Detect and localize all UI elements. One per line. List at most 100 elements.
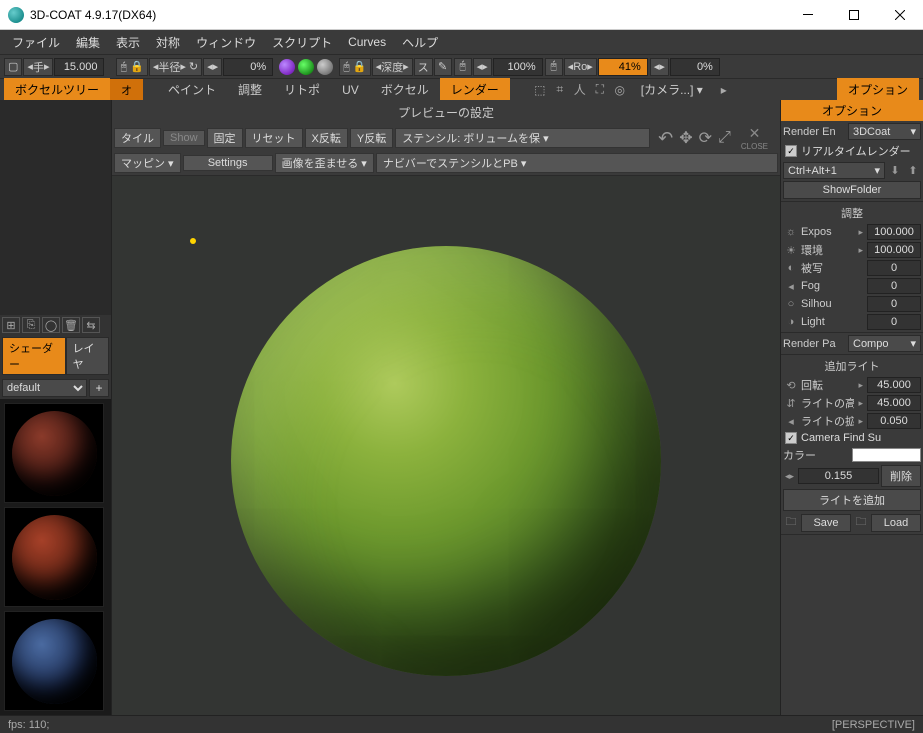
rect-tool-icon[interactable]: ▢ (4, 58, 22, 76)
st-reset[interactable]: リセット (245, 128, 303, 148)
copy-icon[interactable]: ⎘ (22, 317, 40, 333)
save-button[interactable]: Save (801, 514, 851, 532)
tab-voxtree-sub[interactable]: オ (110, 79, 143, 101)
render-pass-dropdown[interactable]: Compo▾ (848, 335, 921, 352)
viewport[interactable] (112, 176, 780, 715)
grid-icon[interactable]: ⌗ (550, 81, 570, 99)
hand-value[interactable]: 15.000 (54, 58, 104, 76)
tab-options[interactable]: オプション (837, 78, 919, 101)
camera-find-checkbox[interactable]: ✓ Camera Find Su (783, 430, 921, 446)
color-gray[interactable] (317, 59, 333, 75)
st-stencil[interactable]: ステンシル: ボリュームを保 ▾ (395, 128, 650, 148)
st-navibar[interactable]: ナビバーでステンシルとPB ▾ (376, 153, 778, 173)
undo-icon[interactable]: ↶ (658, 128, 673, 149)
radius-arrows[interactable]: ◂▸ (203, 58, 222, 76)
mouse-icon[interactable]: 🖰 (454, 58, 472, 76)
rot-value[interactable]: 45.000 (867, 377, 921, 393)
showfolder-button[interactable]: ShowFolder (783, 181, 921, 199)
scale-icon[interactable]: ⤢ (718, 129, 731, 147)
dof-value[interactable]: 0 (867, 260, 921, 276)
tab-voxtree[interactable]: ボクセルツリー (4, 78, 110, 101)
color-swatch[interactable] (852, 448, 921, 462)
shader-select[interactable]: default (2, 379, 87, 397)
st-yflip[interactable]: Y反転 (350, 128, 393, 148)
cube-icon[interactable]: ⬚ (530, 81, 550, 99)
slider-arrows[interactable]: ◂▸ (783, 471, 796, 482)
st-show[interactable]: Show (163, 130, 205, 146)
minimize-button[interactable] (785, 0, 831, 30)
depth-dropdown[interactable]: ◂深度▸ (372, 58, 413, 76)
ro-dropdown[interactable]: ◂Ro▸ (564, 58, 597, 76)
light-value[interactable]: 0 (867, 314, 921, 330)
download-icon[interactable]: ⬇ (887, 164, 903, 177)
tab-voxel[interactable]: ボクセル (370, 78, 440, 101)
camera-dropdown[interactable]: [カメラ...] ▾ (630, 78, 714, 101)
pencil-icon[interactable]: ✎ (434, 58, 452, 76)
left-tab-layer[interactable]: レイヤ (66, 337, 109, 375)
maximize-button[interactable] (831, 0, 877, 30)
radius-dropdown[interactable]: ◂半径▸ ↻ (149, 58, 202, 76)
depth-s[interactable]: ス (414, 58, 433, 76)
tab-adjust[interactable]: 調整 (227, 78, 273, 101)
upload-icon[interactable]: ⬆ (905, 164, 921, 177)
st-settings[interactable]: Settings (183, 155, 273, 171)
exposure-value[interactable]: 100.000 (867, 224, 921, 240)
shader-thumb-3[interactable] (4, 611, 104, 711)
realtime-checkbox[interactable]: ✓ リアルタイムレンダー (783, 141, 921, 161)
menu-edit[interactable]: 編集 (68, 31, 108, 54)
expand-icon[interactable]: ▸ (714, 81, 734, 99)
light-gizmo[interactable] (190, 238, 196, 244)
env-value[interactable]: 100.000 (867, 242, 921, 258)
last-value[interactable]: 0% (670, 58, 720, 76)
st-xflip[interactable]: X反転 (305, 128, 348, 148)
tab-paint[interactable]: ペイント (157, 78, 227, 101)
rotate-icon[interactable]: ⟳ (699, 128, 712, 148)
delete-button[interactable]: 削除 (881, 465, 921, 487)
menu-symmetry[interactable]: 対称 (148, 31, 188, 54)
tab-uv[interactable]: UV (331, 80, 370, 100)
target-icon[interactable]: ◎ (610, 81, 630, 99)
move-icon[interactable]: ✥ (679, 128, 692, 148)
shader-thumb-2[interactable] (4, 507, 104, 607)
fog-value[interactable]: 0 (867, 278, 921, 294)
add-icon[interactable]: ⊞ (2, 317, 20, 333)
height-value[interactable]: 45.000 (867, 395, 921, 411)
menu-view[interactable]: 表示 (108, 31, 148, 54)
menu-file[interactable]: ファイル (4, 31, 68, 54)
lock2-icon[interactable]: 🖰 🔒 (339, 58, 370, 76)
color-purple[interactable] (279, 59, 295, 75)
mouse-ro-icon[interactable]: 🖰 (545, 58, 563, 76)
spread-value[interactable]: 0.050 (867, 413, 921, 429)
add-shader-button[interactable]: + (89, 379, 109, 397)
last-arrows[interactable]: ◂▸ (650, 58, 669, 76)
radius-value[interactable]: 0% (223, 58, 273, 76)
shader-thumb-1[interactable] (4, 403, 104, 503)
val155[interactable]: 0.155 (798, 468, 879, 484)
st-mapping[interactable]: マッピン ▾ (114, 153, 181, 173)
close-button[interactable] (877, 0, 923, 30)
load-button[interactable]: Load (871, 514, 921, 532)
st-tile[interactable]: タイル (114, 128, 161, 148)
person-icon[interactable]: 人 (570, 81, 590, 99)
lock-icon[interactable]: 🖰 🔒 (116, 58, 147, 76)
shortcut-dropdown[interactable]: Ctrl+Alt+1▾ (783, 162, 885, 179)
add-light-button[interactable]: ライトを追加 (783, 489, 921, 511)
st-distort[interactable]: 画像を歪ませる ▾ (275, 153, 374, 173)
render-engine-dropdown[interactable]: 3DCoat▾ (848, 123, 921, 140)
ro-value[interactable]: 41% (598, 58, 648, 76)
menu-script[interactable]: スクリプト (264, 31, 340, 54)
silhou-value[interactable]: 0 (867, 296, 921, 312)
color-green[interactable] (298, 59, 314, 75)
circle-icon[interactable]: ◯ (42, 317, 60, 333)
menu-help[interactable]: ヘルプ (394, 31, 446, 54)
tab-retopo[interactable]: リトポ (273, 78, 331, 101)
trash-icon[interactable]: 🗑 (62, 317, 80, 333)
pct-value[interactable]: 100% (493, 58, 543, 76)
menu-window[interactable]: ウィンドウ (188, 31, 264, 54)
tab-render[interactable]: レンダー (440, 78, 510, 101)
st-lock[interactable]: 固定 (207, 128, 243, 148)
hand-tool[interactable]: ◂手▸ (23, 58, 53, 76)
menu-curves[interactable]: Curves (340, 32, 394, 52)
pct-arrows[interactable]: ◂▸ (473, 58, 492, 76)
frame-icon[interactable]: ⛶ (590, 81, 610, 99)
